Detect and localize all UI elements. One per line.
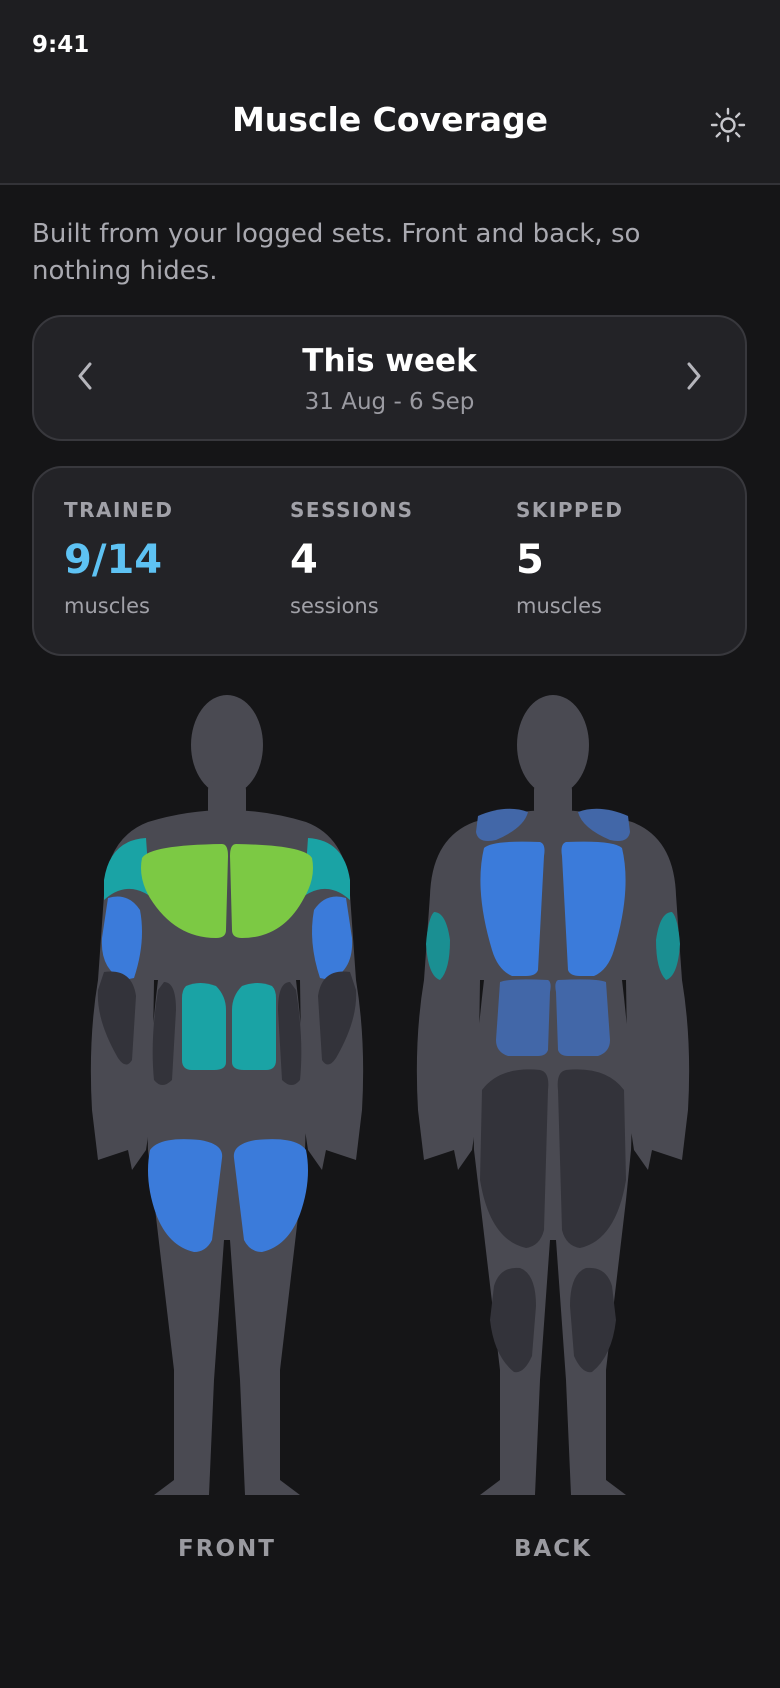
top-bar: 9:41 Muscle Coverage	[0, 0, 780, 185]
stat-unit: muscles	[516, 594, 602, 618]
back-view-label: BACK	[513, 1536, 593, 1562]
muscle-calf-left[interactable]	[490, 1267, 536, 1373]
muscle-calf-right[interactable]	[570, 1267, 616, 1373]
stat-skipped: SKIPPED 5 muscles	[516, 498, 623, 618]
stat-trained: TRAINED 9/14 muscles	[64, 498, 173, 618]
stat-label: TRAINED	[64, 498, 174, 522]
body-map	[90, 695, 690, 1495]
next-week-button[interactable]	[671, 354, 715, 398]
stat-label: SESSIONS	[290, 498, 414, 522]
chevron-right-icon	[687, 362, 701, 390]
muscle-abs-right[interactable]	[232, 983, 276, 1070]
week-selector: This week 31 Aug - 6 Sep	[32, 315, 747, 441]
week-title: This week	[302, 343, 477, 379]
intro-text: Built from your logged sets. Front and b…	[32, 219, 641, 286]
muscle-lowerback-left[interactable]	[496, 979, 551, 1056]
settings-button[interactable]	[706, 103, 750, 147]
muscle-quad-right[interactable]	[233, 1139, 308, 1252]
front-view-label: FRONT	[178, 1536, 276, 1562]
stat-label: SKIPPED	[516, 498, 624, 522]
sun-settings-icon	[710, 107, 746, 143]
stat-unit: muscles	[64, 594, 150, 618]
page-title: Muscle Coverage	[231, 100, 549, 139]
stat-value: 5	[516, 537, 544, 583]
stats-card: TRAINED 9/14 muscles SESSIONS 4 sessions…	[32, 466, 747, 656]
week-range: 31 Aug - 6 Sep	[304, 389, 475, 415]
stat-sessions: SESSIONS 4 sessions	[290, 498, 414, 618]
muscle-abs-left[interactable]	[182, 983, 226, 1070]
stat-value: 4	[290, 537, 318, 583]
back-figure	[416, 695, 690, 1495]
stat-value: 9/14	[64, 537, 163, 583]
stat-unit: sessions	[290, 594, 379, 618]
status-time: 9:41	[32, 32, 90, 58]
muscle-lowerback-right[interactable]	[555, 979, 610, 1056]
front-figure	[90, 695, 364, 1495]
